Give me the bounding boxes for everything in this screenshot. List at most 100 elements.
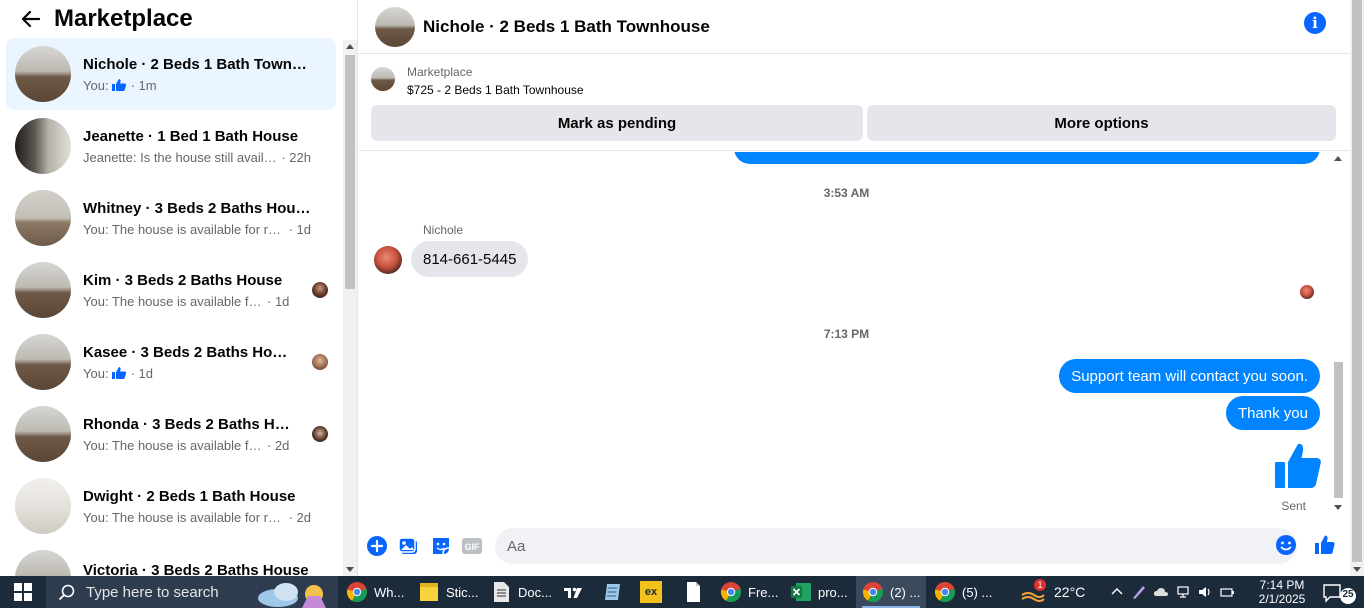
cloud-sync-icon[interactable] — [1153, 584, 1169, 600]
file-icon — [682, 581, 704, 603]
taskbar-app-label: Stic... — [446, 584, 479, 600]
conversation-name: Kasee · 3 Beds 2 Baths House — [83, 343, 291, 361]
read-receipt-avatar — [1300, 285, 1314, 299]
conversation-item-victoria[interactable]: Victoria · 3 Beds 2 Baths House — [6, 542, 336, 576]
taskbar-app-excel[interactable]: pro... — [784, 576, 854, 608]
listing-thumbnail[interactable] — [371, 67, 395, 91]
weather-alert-badge: 1 — [1034, 579, 1046, 591]
taskbar-app-notepad[interactable] — [596, 576, 630, 608]
listing-thumbnail — [15, 262, 71, 318]
battery-icon[interactable] — [1219, 584, 1235, 600]
seen-avatar — [312, 354, 328, 370]
listing-thumbnail — [15, 406, 71, 462]
taskbar-app-chrome-active[interactable]: (2) ... — [856, 576, 926, 608]
pen-icon[interactable] — [1131, 584, 1147, 600]
taskbar-app-ex[interactable]: ex — [634, 576, 668, 608]
incoming-message[interactable]: 814-661-5445 — [411, 241, 529, 277]
network-icon[interactable] — [1175, 584, 1191, 600]
windows-taskbar: Type here to search Wh... Stic... Doc...… — [0, 576, 1364, 608]
conversation-item-kim[interactable]: Kim · 3 Beds 2 Baths House You: The hous… — [6, 254, 336, 326]
taskbar-app-label: pro... — [818, 584, 848, 600]
left-header: Marketplace — [0, 0, 357, 38]
conversation-name: Kim · 3 Beds 2 Baths House — [83, 271, 283, 289]
scrollbar-thumb[interactable] — [1352, 0, 1362, 562]
scroll-down-arrow[interactable] — [1353, 567, 1361, 572]
preview-time: · 1d — [267, 293, 290, 309]
message-composer: GIF — [359, 520, 1350, 576]
scroll-down-arrow[interactable] — [1334, 505, 1342, 510]
sticker-icon[interactable] — [430, 535, 452, 557]
document-icon — [490, 581, 512, 603]
info-icon[interactable]: i — [1304, 12, 1326, 34]
conversation-item-nichole[interactable]: Nichole · 2 Beds 1 Bath Townho... You: ·… — [6, 38, 336, 110]
outgoing-message[interactable]: Support team will contact you soon. — [1059, 359, 1320, 393]
taskbar-app-chrome-whatsapp[interactable]: Wh... — [340, 576, 412, 608]
conversation-item-kasee[interactable]: Kasee · 3 Beds 2 Baths House You: · 1d — [6, 326, 336, 398]
taskbar-app-tradingview[interactable] — [556, 576, 590, 608]
volume-icon[interactable] — [1197, 584, 1213, 600]
preview-prefix: You: — [83, 77, 109, 93]
thumbs-up-icon[interactable] — [1314, 534, 1336, 556]
outgoing-message[interactable]: Thank you — [1225, 396, 1320, 430]
taskbar-app-document[interactable]: Doc... — [484, 576, 554, 608]
preview-text: You: The house is available for rent,... — [83, 509, 287, 525]
chat-avatar[interactable] — [375, 6, 415, 47]
excel-icon — [790, 581, 812, 603]
listing-thumbnail — [15, 550, 71, 576]
plus-circle-icon[interactable] — [366, 535, 388, 557]
notification-count: 25 — [1342, 589, 1354, 600]
conversation-item-rhonda[interactable]: Rhonda · 3 Beds 2 Baths House You: The h… — [6, 398, 336, 470]
conversation-list: Nichole · 2 Beds 1 Bath Townho... You: ·… — [6, 38, 336, 576]
message-input[interactable] — [495, 528, 1297, 564]
message-scrollbar[interactable] — [1331, 152, 1345, 514]
preview-time: · 22h — [281, 149, 311, 165]
search-icon — [58, 584, 76, 602]
conversation-name: Victoria · 3 Beds 2 Baths House — [83, 562, 309, 576]
scroll-down-arrow[interactable] — [346, 567, 354, 572]
page-title: Marketplace — [54, 5, 193, 32]
preview-time: · 1d — [288, 221, 311, 237]
chevron-up-icon[interactable] — [1109, 584, 1125, 600]
scroll-up-arrow[interactable] — [1334, 156, 1342, 161]
taskbar-app-label: (5) ... — [962, 584, 993, 600]
system-tray — [1106, 576, 1238, 608]
scrollbar-thumb[interactable] — [1334, 362, 1343, 498]
chrome-icon — [720, 581, 742, 603]
sender-avatar[interactable] — [374, 246, 402, 274]
listing-price-title[interactable]: $725 - 2 Beds 1 Bath Townhouse — [407, 83, 584, 97]
taskbar-app-chrome-5[interactable]: (5) ... — [928, 576, 998, 608]
chrome-icon — [934, 581, 956, 603]
conversation-list-panel: Marketplace Nichole · 2 Beds 1 Bath Town… — [0, 0, 358, 576]
conversation-item-dwight[interactable]: Dwight · 2 Beds 1 Bath House You: The ho… — [6, 470, 336, 542]
message-timestamp: 3:53 AM — [823, 186, 870, 200]
conversation-item-jeanette[interactable]: Jeanette · 1 Bed 1 Bath House Jeanette: … — [6, 110, 336, 182]
clock-time: 7:14 PM — [1259, 578, 1305, 592]
more-options-button[interactable]: More options — [867, 105, 1336, 141]
thumbs-up-icon[interactable] — [1272, 440, 1324, 492]
back-arrow-icon[interactable] — [18, 6, 44, 32]
gif-icon[interactable]: GIF — [461, 535, 483, 557]
mark-as-pending-button[interactable]: Mark as pending — [371, 105, 863, 141]
scrollbar-thumb[interactable] — [345, 55, 355, 289]
preview-time: · 1d — [130, 365, 153, 381]
weather-widget-icon[interactable] — [256, 578, 336, 608]
conversation-list-scrollbar[interactable] — [343, 40, 357, 576]
emoji-icon[interactable] — [1275, 534, 1297, 556]
taskbar-app-file[interactable] — [676, 576, 710, 608]
taskbar-app-sticky-notes[interactable]: Stic... — [412, 576, 484, 608]
conversation-name: Nichole · 2 Beds 1 Bath Townho... — [83, 55, 311, 73]
preview-time: · 2d — [267, 437, 290, 453]
photo-icon[interactable] — [398, 535, 420, 557]
conversation-item-whitney[interactable]: Whitney · 3 Beds 2 Baths House You: The … — [6, 182, 336, 254]
scroll-up-arrow[interactable] — [346, 44, 354, 49]
taskbar-weather[interactable]: 1 22°C — [1020, 576, 1085, 608]
windows-start-icon[interactable] — [0, 576, 46, 608]
page-scrollbar[interactable] — [1350, 0, 1364, 576]
notepad-icon — [602, 581, 624, 603]
taskbar-app-chrome-fre[interactable]: Fre... — [714, 576, 784, 608]
chat-title[interactable]: Nichole · 2 Beds 1 Bath Townhouse — [423, 17, 710, 37]
svg-text:GIF: GIF — [465, 542, 481, 552]
taskbar-clock[interactable]: 7:14 PM 2/1/2025 — [1252, 578, 1312, 606]
notification-center-icon[interactable]: 25 — [1322, 582, 1358, 604]
listing-thumbnail — [15, 46, 71, 102]
